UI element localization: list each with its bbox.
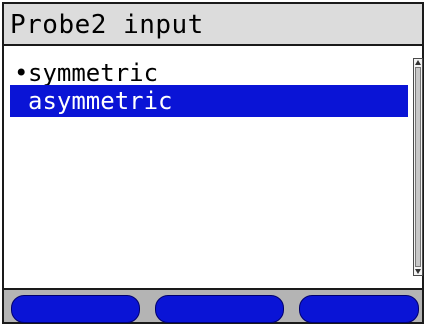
list-item-asymmetric[interactable]: asymmetric [10, 85, 408, 117]
scroll-up-arrow-icon[interactable] [415, 60, 421, 65]
option-list: •symmetric asymmetric [2, 46, 424, 290]
scrollbar[interactable] [413, 58, 423, 276]
scroll-thumb[interactable] [415, 67, 421, 267]
scroll-down-arrow-icon[interactable] [415, 269, 421, 274]
softkey-bar [2, 290, 424, 324]
softkey-3-button[interactable] [299, 295, 419, 323]
title-bar: Probe2 input [2, 2, 424, 46]
list-item-label: symmetric [28, 59, 159, 87]
page-title: Probe2 input [10, 10, 204, 40]
softkey-2-button[interactable] [155, 295, 284, 323]
list-item-label: asymmetric [28, 87, 173, 115]
device-screen: Probe2 input •symmetric asymmetric [0, 0, 426, 326]
softkey-1-button[interactable] [11, 295, 140, 323]
